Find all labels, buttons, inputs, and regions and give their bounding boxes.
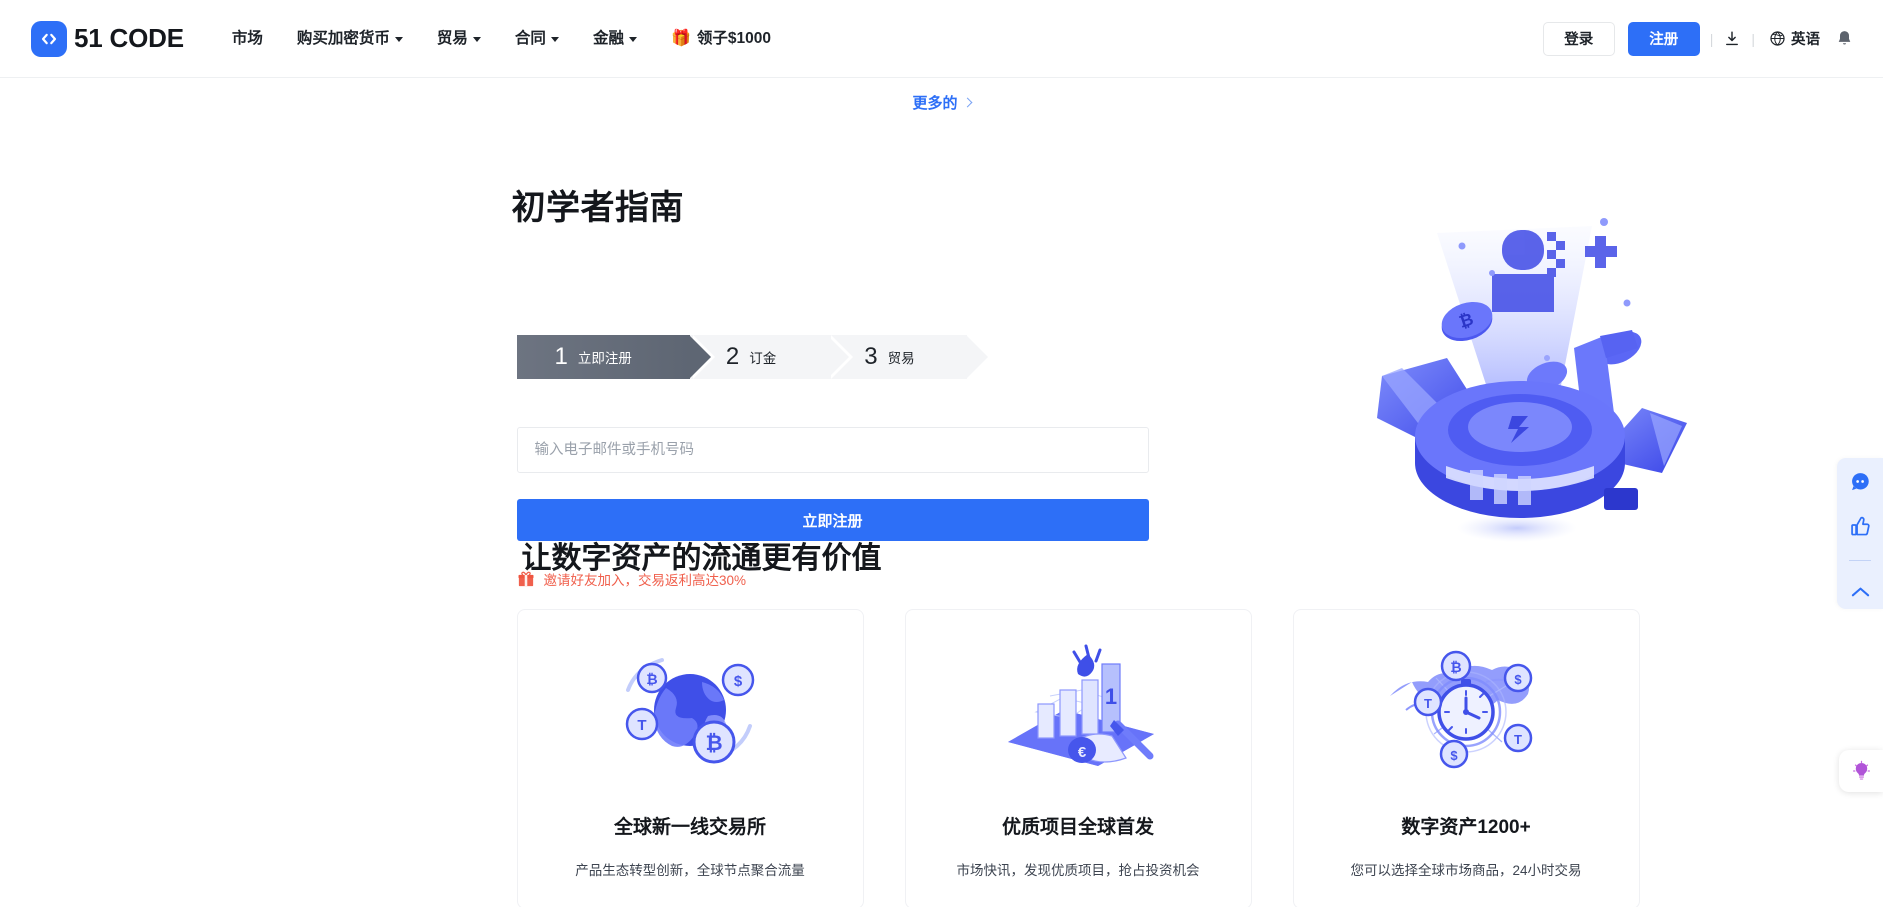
gift-box-icon: [517, 570, 535, 588]
svg-text:$: $: [1514, 672, 1522, 687]
feature-card-assets[interactable]: ₿ $ T T $ 数字资产1200+ 您可以选择全球市场商品，24小时交易: [1292, 609, 1640, 907]
svg-text:$: $: [734, 673, 743, 690]
card-description: 您可以选择全球市场商品，24小时交易: [1350, 863, 1582, 878]
svg-text:T: T: [1424, 696, 1432, 711]
onboarding-steps: 1 立即注册 2 订金 3 贸易: [516, 335, 993, 379]
idea-bulb-icon: [1851, 760, 1872, 782]
main-nav: 市场 购买加密货币 贸易 合同 金融 🎁 领子$1000: [224, 0, 788, 78]
top-navigation-bar: 51 CODE 市场 购买加密货币 贸易 合同 金融 🎁 领子$1000 登录 …: [0, 0, 1883, 78]
step-label: 立即注册: [577, 351, 632, 366]
card-title: 数字资产1200+: [1401, 817, 1531, 838]
globe-coins-icon: ₿ $ T ₿: [590, 638, 790, 788]
header-actions: 登录 注册 | | 英语: [1542, 21, 1853, 56]
bar-chart-flame-icon: 1 €: [978, 638, 1178, 788]
hero-section: 初学者指南 1 立即注册 2 订金 3 贸易 立即注册: [172, 113, 1712, 588]
referral-banner[interactable]: 邀请好友加入，交易返利高达30%: [517, 569, 747, 589]
robot-arms-crypto-icon: ₿: [1342, 208, 1702, 548]
card-description: 产品生态转型创新，全球节点聚合流量: [575, 863, 805, 878]
svg-text:₿: ₿: [705, 732, 722, 755]
nav-item-market[interactable]: 市场: [224, 0, 280, 78]
chevron-right-icon: [962, 97, 972, 107]
svg-text:T: T: [1514, 732, 1522, 747]
world-clock-coins-icon: ₿ $ T T $: [1366, 638, 1566, 788]
nav-item-contract[interactable]: 合同: [498, 0, 576, 78]
more-row: 更多的: [0, 78, 1883, 113]
code-brackets-icon: [31, 20, 67, 57]
feature-cards: ₿ $ T ₿ 全球新一线交易所 产品生态转型创新，全球节点聚合流量 1 € 优…: [172, 609, 1712, 907]
scroll-to-top-icon[interactable]: [1849, 583, 1872, 599]
idea-bulb-button[interactable]: [1839, 750, 1883, 792]
thumbs-up-icon[interactable]: [1849, 515, 1872, 538]
card-title: 全球新一线交易所: [613, 817, 766, 838]
nav-label: 合同: [514, 29, 546, 47]
referral-text: 邀请好友加入，交易返利高达30%: [543, 573, 747, 588]
card-title: 优质项目全球首发: [1001, 817, 1154, 838]
svg-text:₿: ₿: [1450, 659, 1461, 675]
page-content: 更多的 初学者指南 1 立即注册 2 订金 3 贸易 立即注册: [0, 78, 1883, 907]
nav-item-finance[interactable]: 金融: [576, 0, 654, 78]
more-label: 更多的: [912, 95, 958, 112]
download-icon[interactable]: [1723, 30, 1741, 48]
step-number: 1: [554, 343, 568, 370]
language-label: 英语: [1791, 32, 1820, 48]
nav-label: 贸易: [436, 29, 468, 47]
nav-label: 领子$1000: [696, 29, 771, 47]
chevron-down-icon: [550, 37, 559, 42]
nav-label: 金融: [592, 29, 624, 47]
svg-text:₿: ₿: [646, 671, 657, 687]
card-description: 市场快讯，发现优质项目，抢占投资机会: [956, 863, 1200, 878]
register-button[interactable]: 注册: [1627, 21, 1700, 56]
svg-text:1: 1: [1105, 684, 1117, 709]
customer-service-icon[interactable]: [1849, 470, 1872, 493]
page-title: 初学者指南: [511, 189, 684, 227]
chevron-down-icon: [628, 37, 637, 42]
bell-icon[interactable]: [1836, 29, 1853, 48]
signup-email-or-phone-input[interactable]: [516, 427, 1149, 473]
step-label: 订金: [749, 351, 777, 366]
feature-card-projects[interactable]: 1 € 优质项目全球首发 市场快讯，发现优质项目，抢占投资机会: [904, 609, 1252, 907]
nav-item-buy-crypto[interactable]: 购买加密货币: [280, 0, 420, 78]
side-dock: [1837, 458, 1883, 609]
site-logo[interactable]: 51 CODE: [31, 20, 184, 57]
step-1-register[interactable]: 1 立即注册: [516, 335, 716, 379]
step-label: 贸易: [887, 351, 915, 366]
divider: |: [1751, 30, 1755, 47]
login-button[interactable]: 登录: [1542, 21, 1615, 56]
nav-item-promo-1000[interactable]: 🎁 领子$1000: [654, 0, 788, 78]
globe-icon: [1769, 30, 1786, 47]
step-number: 3: [864, 343, 878, 370]
nav-item-trade[interactable]: 贸易: [420, 0, 498, 78]
svg-text:$: $: [1450, 748, 1458, 763]
signup-submit-button[interactable]: 立即注册: [516, 499, 1149, 541]
chevron-down-icon: [394, 37, 403, 42]
nav-label: 市场: [231, 29, 263, 47]
divider: |: [1709, 30, 1714, 47]
svg-text:T: T: [637, 717, 646, 734]
logo-text: 51 CODE: [74, 23, 184, 53]
language-selector[interactable]: 英语: [1769, 28, 1820, 49]
divider: [1849, 560, 1871, 561]
more-link[interactable]: 更多的: [912, 92, 972, 113]
gift-icon: 🎁: [670, 29, 691, 47]
svg-text:€: €: [1078, 744, 1087, 761]
feature-card-exchange[interactable]: ₿ $ T ₿ 全球新一线交易所 产品生态转型创新，全球节点聚合流量: [516, 609, 864, 907]
nav-label: 购买加密货币: [296, 29, 390, 47]
step-number: 2: [725, 343, 740, 370]
chevron-down-icon: [472, 37, 481, 42]
